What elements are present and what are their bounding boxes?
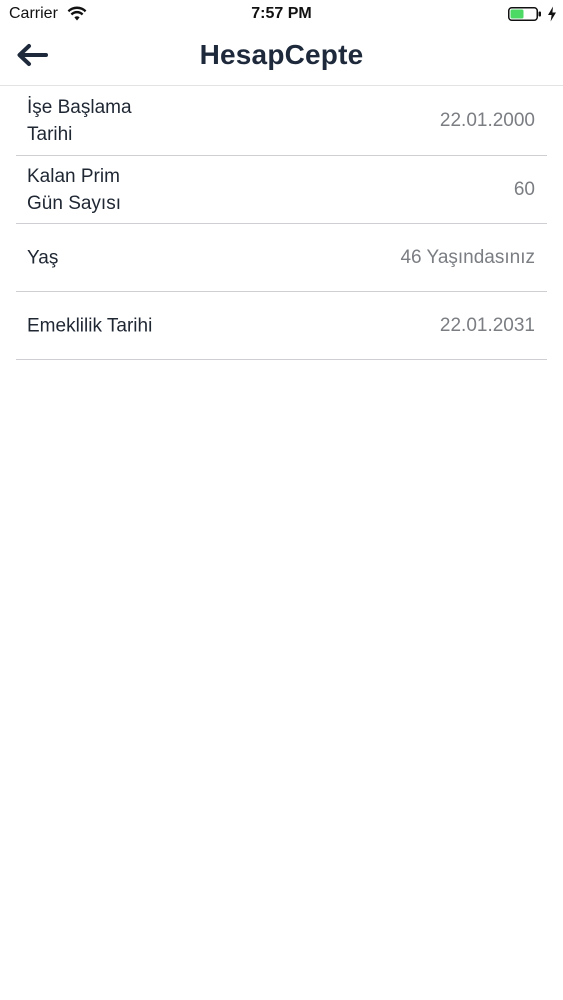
status-bar: Carrier 7:57 PM [0, 0, 563, 28]
row-value: 46 Yaşındasınız [400, 246, 535, 268]
charging-bolt-icon [547, 6, 557, 22]
row-start-date[interactable]: İşe Başlama Tarihi 22.01.2000 [16, 86, 547, 156]
row-remaining-premium-days[interactable]: Kalan Prim Gün Sayısı 60 [16, 156, 547, 224]
row-label: Emeklilik Tarihi [27, 315, 153, 336]
nav-bar: HesapCepte [0, 28, 563, 86]
row-label: Yaş [27, 247, 59, 268]
row-value: 22.01.2000 [439, 109, 535, 131]
row-age[interactable]: Yaş 46 Yaşındasınız [16, 224, 547, 292]
row-label: İşe Başlama Tarihi [27, 94, 227, 148]
row-value: 22.01.2031 [439, 314, 535, 336]
row-label: Kalan Prim Gün Sayısı [27, 163, 227, 217]
page-title: HesapCepte [199, 39, 364, 70]
row-value: 60 [513, 178, 535, 200]
row-label-line1: İşe Başlama [27, 96, 132, 118]
row-retirement-date[interactable]: Emeklilik Tarihi 22.01.2031 [16, 292, 547, 360]
row-label-line2: Gün Sayısı [27, 192, 121, 214]
status-time: 7:57 PM [251, 5, 312, 22]
row-label-line1: Kalan Prim [27, 165, 120, 187]
info-list: İşe Başlama Tarihi 22.01.2000 Kalan Prim… [16, 86, 547, 360]
battery-icon [508, 6, 542, 22]
row-label-line2: Tarihi [27, 123, 73, 145]
